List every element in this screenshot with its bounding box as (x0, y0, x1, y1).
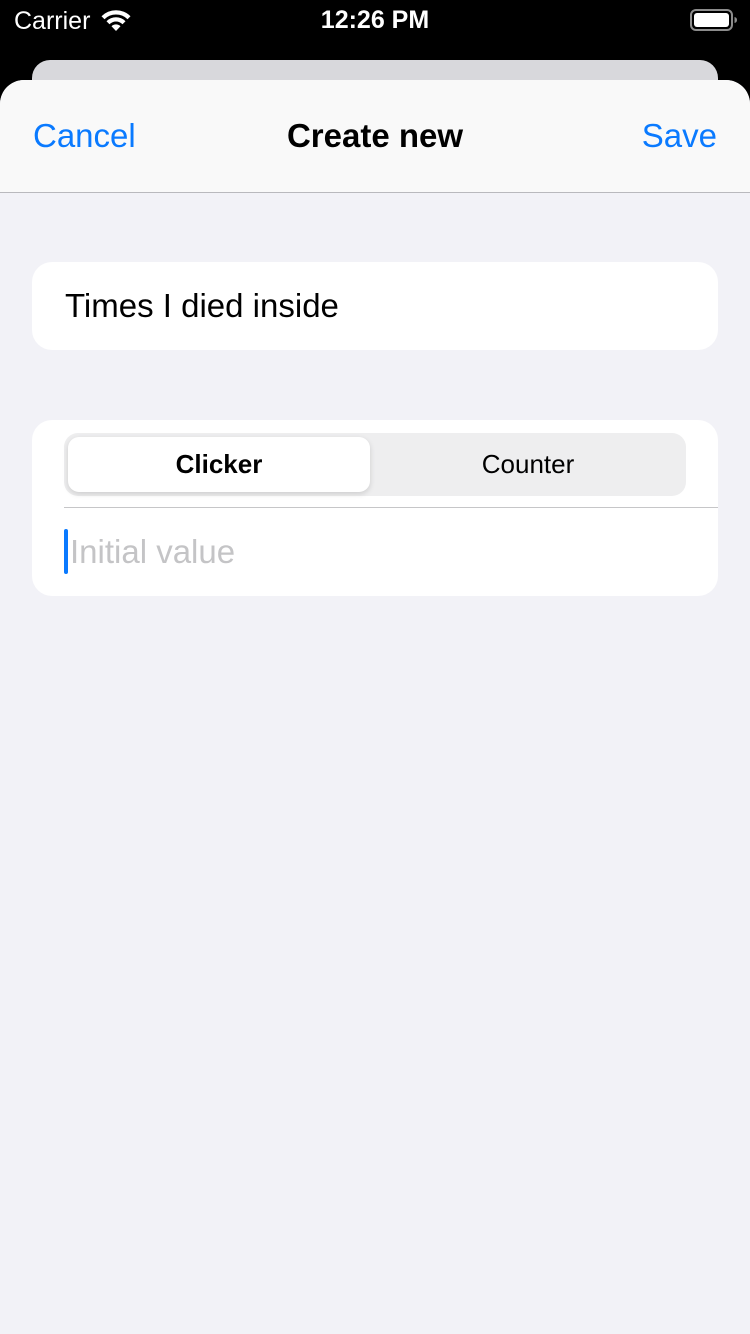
initial-value-input[interactable] (70, 530, 690, 574)
create-new-sheet: Cancel Create new Save Times I died insi… (0, 80, 750, 1334)
status-bar: Carrier 12:26 PM (0, 0, 750, 42)
type-settings-group: Clicker Counter (32, 420, 718, 596)
navigation-bar: Cancel Create new Save (0, 80, 750, 193)
name-field-group: Times I died inside (32, 262, 718, 350)
save-button[interactable]: Save (642, 116, 717, 156)
segment-counter[interactable]: Counter (374, 437, 682, 492)
name-field[interactable]: Times I died inside (65, 286, 339, 326)
page-title: Create new (286, 117, 464, 154)
text-cursor (64, 529, 68, 574)
battery-icon (690, 9, 737, 31)
divider (64, 507, 718, 508)
type-segmented-control: Clicker Counter (64, 433, 686, 496)
segment-clicker[interactable]: Clicker (68, 437, 370, 492)
clock-time: 12:26 PM (320, 6, 430, 34)
